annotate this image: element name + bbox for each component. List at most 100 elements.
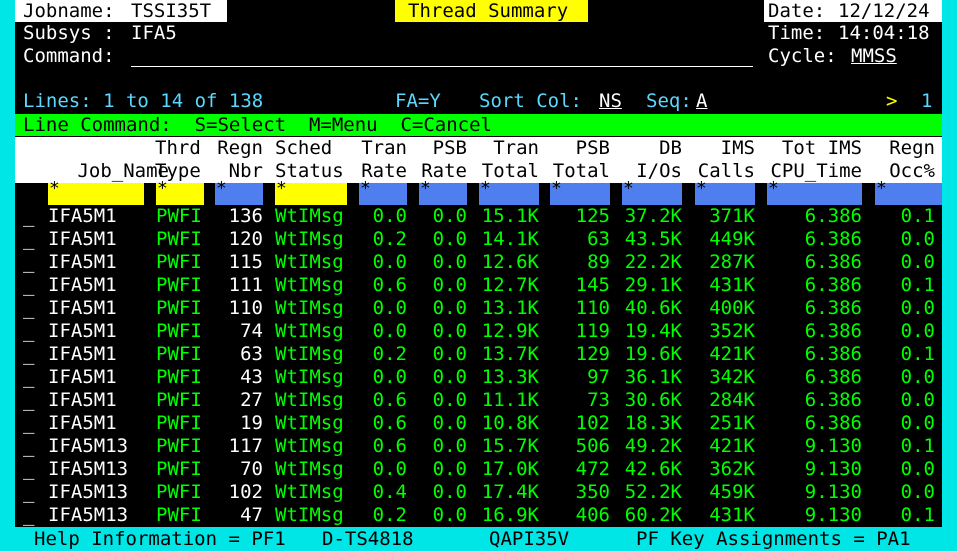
filter-field-psb-rate[interactable]: *	[419, 178, 467, 205]
cell-job-name[interactable]: IFA5M1	[48, 412, 117, 435]
cell-job-name[interactable]: IFA5M1	[48, 343, 117, 366]
filter-field-thrd-type[interactable]: *	[156, 178, 204, 205]
filter-field-ims-calls[interactable]: *	[695, 178, 755, 205]
cell-job-name[interactable]: IFA5M1	[48, 320, 117, 343]
filter-wildcard: *	[623, 178, 634, 199]
filter-field-psb-total[interactable]: *	[550, 178, 610, 205]
cell-cpu-time: 9.130	[804, 481, 862, 503]
column-header-cpu-time-bottom[interactable]: CPU_Time	[765, 160, 862, 182]
column-header-thrd-type-top[interactable]: Thrd	[155, 137, 203, 159]
cell-psb-rate: 0.0	[432, 297, 467, 319]
cell-tran-total: 13.1K	[481, 297, 539, 319]
line-command-input[interactable]: _	[23, 504, 34, 527]
seq-value[interactable]: A	[696, 90, 707, 112]
table-row: _ IFA5M1 PWFI 43 WtIMsg 0.0 0.0 13.3K 97 36.1K 342…	[15, 366, 942, 389]
table-row: _ IFA5M13 PWFI 117 WtIMsg 0.6 0.0 15.7K 506 49.2K…	[15, 435, 942, 458]
pf-key-assignments[interactable]: PF Key Assignments = PA1	[636, 528, 911, 550]
line-command-input[interactable]: _	[23, 297, 34, 320]
cell-regn-nbr: 27	[240, 389, 263, 411]
cell-regn-nbr: 136	[228, 205, 263, 227]
column-header-regn-occ-top[interactable]: Regn	[873, 137, 935, 159]
line-command-input[interactable]: _	[23, 320, 34, 343]
table-row: _ IFA5M1 PWFI 115 WtIMsg 0.0 0.0 12.6K 89 22.2K 28…	[15, 251, 942, 274]
line-command-input[interactable]: _	[23, 343, 34, 366]
cell-thrd-type: PWFI	[156, 458, 202, 480]
cell-job-name[interactable]: IFA5M1	[48, 251, 117, 274]
cell-regn-nbr: 102	[228, 481, 263, 503]
cycle-value[interactable]: MMSS	[851, 45, 897, 67]
sort-col-value[interactable]: NS	[599, 90, 622, 112]
cell-tran-total: 12.6K	[481, 251, 539, 273]
line-command-input[interactable]: _	[23, 205, 34, 228]
cell-psb-total: 472	[575, 458, 610, 480]
line-command-input[interactable]: _	[23, 389, 34, 412]
help-info[interactable]: Help Information = PF1	[34, 528, 286, 550]
cell-psb-total: 125	[575, 205, 610, 227]
filter-field-cpu-time[interactable]: *	[767, 178, 862, 205]
column-header-tran-total-top[interactable]: Tran	[477, 137, 539, 159]
line-command-input[interactable]: _	[23, 458, 34, 481]
cell-thrd-type: PWFI	[156, 251, 202, 273]
cycle-label: Cycle:	[768, 45, 837, 67]
cell-job-name[interactable]: IFA5M1	[48, 205, 117, 228]
cell-tran-total: 16.9K	[481, 504, 539, 526]
filter-field-regn-nbr[interactable]: *	[215, 178, 263, 205]
line-command-input[interactable]: _	[23, 412, 34, 435]
cell-thrd-type: PWFI	[156, 435, 202, 457]
cell-job-name[interactable]: IFA5M13	[48, 435, 128, 458]
cell-tran-rate: 0.6	[372, 412, 407, 434]
cell-job-name[interactable]: IFA5M13	[48, 458, 128, 481]
cell-tran-rate: 0.2	[372, 504, 407, 526]
filter-wildcard: *	[420, 178, 431, 199]
line-command-input[interactable]: _	[23, 481, 34, 504]
cell-job-name[interactable]: IFA5M1	[48, 274, 117, 297]
column-header-sched-status-top[interactable]: Sched	[275, 137, 357, 159]
cell-psb-total: 73	[587, 389, 610, 411]
filter-field-regn-occ[interactable]: *	[875, 178, 942, 205]
cell-regn-occ: 0.0	[900, 458, 935, 480]
cell-cpu-time: 9.130	[804, 435, 862, 457]
line-command-input[interactable]: _	[23, 251, 34, 274]
line-command-input[interactable]: _	[23, 274, 34, 297]
column-header-ims-calls-top[interactable]: IMS	[693, 137, 755, 159]
cell-ims-calls: 449K	[709, 228, 755, 250]
cell-thrd-type: PWFI	[156, 389, 202, 411]
filter-field-tran-rate[interactable]: *	[359, 178, 407, 205]
cell-job-name[interactable]: IFA5M1	[48, 389, 117, 412]
column-header-regn-nbr-top[interactable]: Regn	[213, 137, 263, 159]
cell-regn-occ: 0.0	[900, 251, 935, 273]
cell-regn-nbr: 43	[240, 366, 263, 388]
cell-tran-total: 17.4K	[481, 481, 539, 503]
cell-job-name[interactable]: IFA5M1	[48, 228, 117, 251]
filter-field-job-name[interactable]: *	[48, 178, 144, 205]
filter-wildcard: *	[49, 178, 60, 199]
cell-regn-nbr: 120	[228, 228, 263, 250]
cell-tran-total: 12.7K	[481, 274, 539, 296]
cell-job-name[interactable]: IFA5M1	[48, 366, 117, 389]
column-header-cpu-time-top[interactable]: Tot IMS	[765, 137, 862, 159]
cell-job-name[interactable]: IFA5M13	[48, 504, 128, 527]
column-header-sched-status-bottom[interactable]: Status	[275, 160, 357, 182]
filter-field-db-ios[interactable]: *	[622, 178, 682, 205]
column-header-job-name-bottom[interactable]: Job_Name	[48, 160, 169, 182]
cell-cpu-time: 6.386	[804, 343, 862, 365]
line-command-input[interactable]: _	[23, 228, 34, 251]
line-command-input[interactable]: _	[23, 366, 34, 389]
time-value: 14:04:18	[838, 22, 930, 44]
cell-thrd-type: PWFI	[156, 274, 202, 296]
column-header-tran-rate-top[interactable]: Tran	[357, 137, 407, 159]
column-header-db-ios-top[interactable]: DB	[620, 137, 682, 159]
command-input[interactable]	[131, 45, 753, 67]
cell-thrd-type: PWFI	[156, 366, 202, 388]
filter-field-sched-status[interactable]: *	[275, 178, 347, 205]
cell-regn-nbr: 47	[240, 504, 263, 526]
column-header-psb-total-top[interactable]: PSB	[548, 137, 610, 159]
line-command-input[interactable]: _	[23, 435, 34, 458]
cell-job-name[interactable]: IFA5M1	[48, 297, 117, 320]
column-header-psb-rate-top[interactable]: PSB	[417, 137, 467, 159]
filter-field-tran-total[interactable]: *	[479, 178, 539, 205]
cell-sched-status: WtIMsg	[275, 435, 344, 457]
scroll-arrow[interactable]: >	[886, 90, 897, 112]
cell-ims-calls: 342K	[709, 366, 755, 388]
cell-job-name[interactable]: IFA5M13	[48, 481, 128, 504]
